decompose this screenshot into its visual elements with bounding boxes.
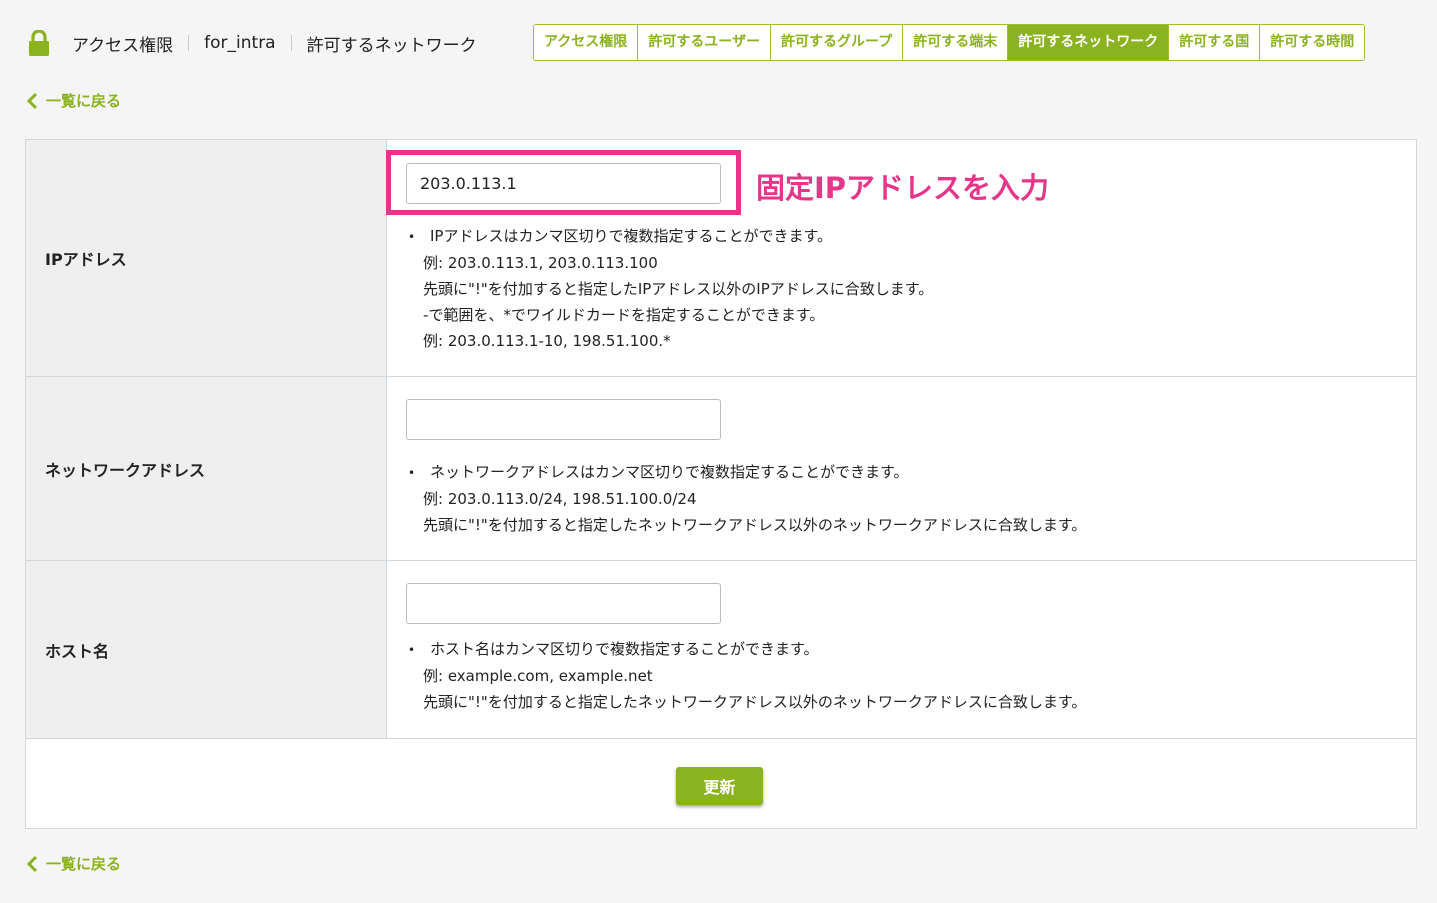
- network-address-help: • ネットワークアドレスはカンマ区切りで複数指定することができます。 例: 203…: [408, 459, 1086, 538]
- annotation-text: 固定IPアドレスを入力: [756, 171, 1050, 205]
- update-button[interactable]: 更新: [676, 767, 763, 805]
- help-text: 先頭に"!"を付加すると指定したネットワークアドレス以外のネットワークアドレスに…: [423, 693, 1087, 711]
- host-name-cell: • ホスト名はカンマ区切りで複数指定することができます。 例: example.c…: [387, 561, 1416, 738]
- help-text: 例: example.com, example.net: [423, 667, 653, 685]
- bullet: •: [408, 643, 416, 657]
- settings-form: IPアドレス • IPアドレスはカンマ区切りで複数指定することができます。 例: …: [25, 139, 1417, 829]
- tab-allowed-users[interactable]: 許可するユーザー: [638, 25, 772, 60]
- breadcrumb-item[interactable]: アクセス権限: [72, 31, 173, 56]
- help-text: 先頭に"!"を付加すると指定したIPアドレス以外のIPアドレスに合致します。: [423, 280, 934, 298]
- breadcrumb-separator: [290, 35, 292, 51]
- breadcrumb: アクセス権限 for_intra 許可するネットワーク: [72, 31, 477, 56]
- ip-address-label: IPアドレス: [26, 140, 387, 376]
- help-text: ネットワークアドレスはカンマ区切りで複数指定することができます。: [430, 463, 909, 481]
- host-name-help: • ホスト名はカンマ区切りで複数指定することができます。 例: example.c…: [408, 636, 1086, 715]
- back-link-label: 一覧に戻る: [46, 92, 122, 110]
- tab-allowed-groups[interactable]: 許可するグループ: [771, 25, 904, 60]
- help-text: -で範囲を、*でワイルドカードを指定することができます。: [423, 306, 825, 324]
- highlight-box: [386, 150, 741, 215]
- tab-access-permission[interactable]: アクセス権限: [534, 25, 639, 60]
- bullet: •: [408, 466, 416, 480]
- breadcrumb-current: 許可するネットワーク: [306, 35, 477, 56]
- tab-allowed-times[interactable]: 許可する時間: [1260, 25, 1365, 60]
- lock-icon: [29, 30, 49, 56]
- help-text: 例: 203.0.113.1-10, 198.51.100.*: [423, 332, 671, 350]
- chevron-left-icon: [26, 92, 38, 109]
- bullet: •: [408, 230, 416, 244]
- chevron-left-icon: [26, 855, 38, 872]
- help-text: ホスト名はカンマ区切りで複数指定することができます。: [430, 640, 819, 658]
- host-name-label: ホスト名: [26, 561, 387, 738]
- help-text: 先頭に"!"を付加すると指定したネットワークアドレス以外のネットワークアドレスに…: [423, 516, 1087, 534]
- page-header: アクセス権限 for_intra 許可するネットワーク アクセス権限 許可するユ…: [0, 0, 1437, 84]
- host-name-input[interactable]: [406, 583, 721, 624]
- back-to-list-link[interactable]: 一覧に戻る: [26, 90, 121, 111]
- network-address-cell: • ネットワークアドレスはカンマ区切りで複数指定することができます。 例: 203…: [387, 377, 1416, 560]
- back-link-label: 一覧に戻る: [46, 855, 122, 873]
- help-text: IPアドレスはカンマ区切りで複数指定することができます。: [430, 227, 832, 245]
- breadcrumb-item[interactable]: for_intra: [204, 33, 275, 53]
- tab-allowed-networks[interactable]: 許可するネットワーク: [1008, 25, 1170, 60]
- network-address-label: ネットワークアドレス: [26, 377, 387, 560]
- help-text: 例: 203.0.113.1, 203.0.113.100: [423, 254, 658, 272]
- breadcrumb-separator: [188, 35, 190, 51]
- network-address-row: ネットワークアドレス • ネットワークアドレスはカンマ区切りで複数指定することがで…: [26, 377, 1416, 561]
- help-text: 例: 203.0.113.0/24, 198.51.100.0/24: [423, 490, 697, 508]
- back-to-list-link-bottom[interactable]: 一覧に戻る: [26, 853, 121, 874]
- host-name-row: ホスト名 • ホスト名はカンマ区切りで複数指定することができます。 例: exam…: [26, 561, 1416, 739]
- submit-area: 更新: [26, 739, 1416, 828]
- tab-bar: アクセス権限 許可するユーザー 許可するグループ 許可する端末 許可するネットワ…: [533, 24, 1366, 61]
- ip-address-help: • IPアドレスはカンマ区切りで複数指定することができます。 例: 203.0.1…: [408, 223, 933, 354]
- tab-allowed-countries[interactable]: 許可する国: [1169, 25, 1261, 60]
- network-address-input[interactable]: [406, 399, 721, 440]
- tab-allowed-devices[interactable]: 許可する端末: [903, 25, 1009, 60]
